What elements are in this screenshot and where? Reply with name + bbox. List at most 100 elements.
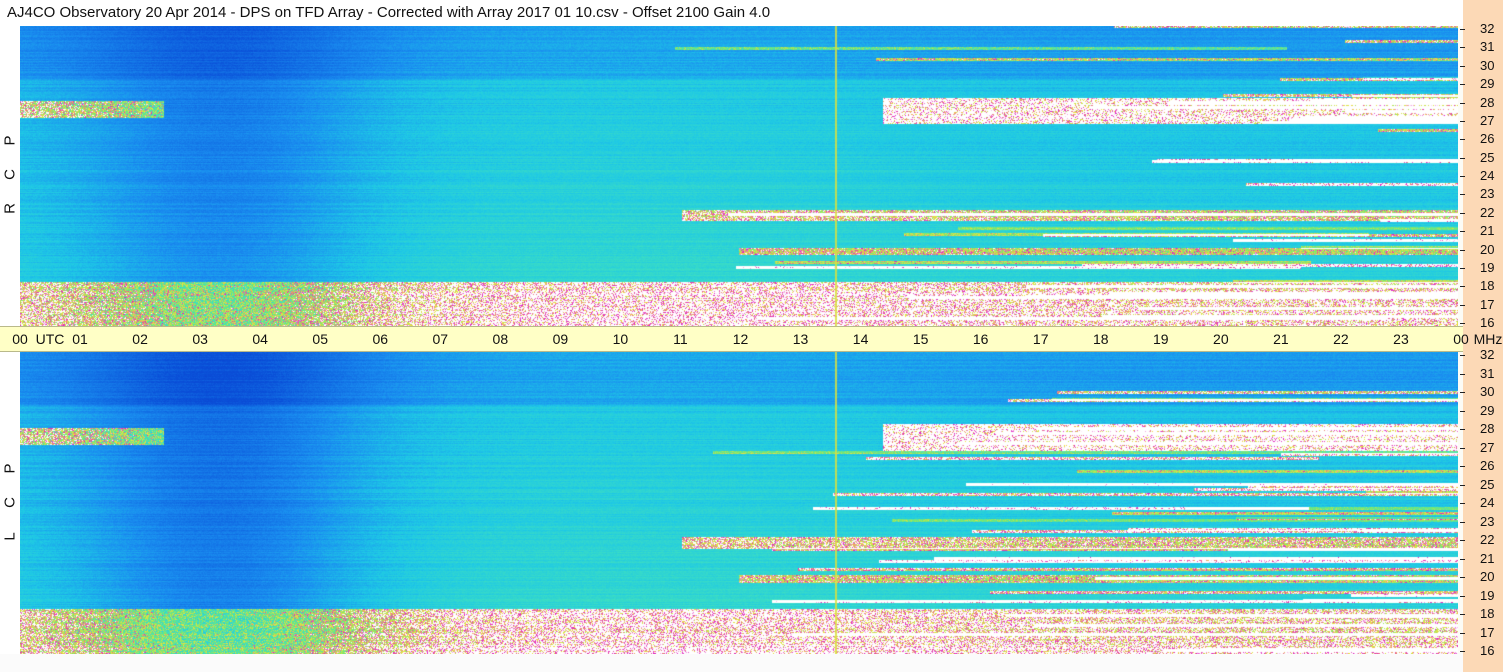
frequency-tick: [1460, 448, 1465, 449]
frequency-tick-label: 16: [1480, 315, 1495, 330]
frequency-tick: [1460, 540, 1465, 541]
frequency-tick: [1460, 250, 1465, 251]
frequency-tick: [1460, 522, 1465, 523]
frequency-tick-label: 29: [1480, 402, 1495, 418]
frequency-tick: [1460, 577, 1465, 578]
time-tick-label: 21: [1273, 331, 1289, 347]
time-tick-label: 14: [852, 331, 869, 347]
frequency-tick: [1460, 559, 1465, 560]
time-tick-label: 00: [12, 331, 28, 347]
frequency-tick: [1460, 411, 1465, 412]
polarization-letter: C: [1, 169, 19, 180]
frequency-tick-label: 17: [1480, 296, 1495, 312]
frequency-tick: [1460, 158, 1465, 159]
frequency-tick: [1460, 286, 1465, 287]
time-tick-label: 06: [372, 331, 389, 347]
time-tick-label: 02: [132, 331, 148, 347]
frequency-tick-label: 19: [1480, 259, 1495, 275]
frequency-tick: [1460, 84, 1465, 85]
time-tick-label: 10: [612, 331, 629, 347]
frequency-tick: [1460, 121, 1465, 122]
frequency-tick: [1460, 47, 1465, 48]
time-tick-label: 08: [492, 331, 509, 347]
frequency-tick-label: 29: [1480, 76, 1495, 92]
frequency-tick-label: 22: [1480, 204, 1495, 220]
frequency-tick-label: 25: [1480, 149, 1495, 165]
time-tick-label: 04: [252, 331, 268, 347]
frequency-tick-label: 27: [1480, 439, 1495, 455]
frequency-tick-label: 32: [1480, 21, 1495, 36]
frequency-tick-label: 26: [1480, 458, 1495, 473]
time-tick-label: 16: [972, 331, 989, 347]
frequency-tick: [1460, 651, 1465, 652]
polarization-letter: C: [1, 497, 19, 508]
frequency-tick: [1460, 503, 1465, 504]
bottom-strip: [0, 654, 1463, 672]
frequency-tick-label: 18: [1480, 278, 1495, 294]
time-tick-label: 23: [1393, 331, 1409, 347]
frequency-tick: [1460, 66, 1465, 67]
frequency-tick: [1460, 596, 1465, 597]
frequency-tick-label: 31: [1480, 39, 1495, 55]
spectrogram-rcp: [20, 26, 1458, 326]
frequency-tick: [1460, 466, 1465, 467]
frequency-tick: [1460, 633, 1465, 634]
frequency-tick: [1460, 374, 1465, 375]
frequency-tick-label: 28: [1480, 421, 1495, 436]
frequency-tick-label: 19: [1480, 587, 1495, 603]
polarization-letter: L: [1, 532, 19, 541]
frequency-tick-label: 22: [1480, 532, 1495, 547]
time-tick-label: 15: [912, 331, 929, 347]
spectrogram-lcp: [20, 352, 1458, 654]
frequency-tick-label: 32: [1480, 347, 1495, 362]
polarization-letter: P: [1, 135, 19, 146]
time-tick-label: 19: [1152, 331, 1169, 347]
time-tick-label: 07: [432, 331, 449, 347]
frequency-tick-label: 30: [1480, 384, 1495, 399]
frequency-tick: [1460, 323, 1465, 324]
frequency-tick: [1460, 485, 1465, 486]
time-tick-label: 12: [732, 331, 749, 347]
frequency-tick-label: 21: [1480, 223, 1495, 239]
frequency-tick: [1460, 305, 1465, 306]
frequency-tick-label: 17: [1480, 624, 1495, 640]
frequency-tick: [1460, 429, 1465, 430]
frequency-tick: [1460, 139, 1465, 140]
frequency-tick-label: 20: [1480, 241, 1495, 257]
time-tick-label: 22: [1333, 331, 1349, 347]
time-tick-label: 13: [792, 331, 809, 347]
frequency-tick-label: 21: [1480, 550, 1495, 566]
frequency-tick: [1460, 103, 1465, 104]
frequency-tick-label: 31: [1480, 365, 1495, 381]
polarization-letter: P: [1, 463, 19, 474]
time-tick-label: 05: [312, 331, 328, 347]
time-tick-label: 00: [1453, 331, 1469, 347]
frequency-tick: [1460, 213, 1465, 214]
frequency-tick-label: 30: [1480, 57, 1495, 73]
time-axis: 00 UTC 01 02 03 04 05 06 07 08 09 10 11 12 13 14 15 16 17 1…: [0, 326, 1502, 352]
frequency-tick-label: 24: [1480, 168, 1495, 183]
frequency-tick: [1460, 392, 1465, 393]
time-tick-label: 03: [192, 331, 208, 347]
time-tick-label: 18: [1092, 331, 1109, 347]
polarization-letter: R: [1, 203, 19, 214]
frequency-tick-label: 26: [1480, 131, 1495, 147]
frequency-tick: [1460, 29, 1465, 30]
frequency-tick: [1460, 268, 1465, 269]
time-tick-label: UTC: [35, 331, 65, 347]
frequency-tick-label: 27: [1480, 112, 1495, 128]
time-tick-label: 17: [1032, 331, 1049, 347]
frequency-tick-label: 25: [1480, 476, 1495, 492]
frequency-tick-label: 16: [1480, 643, 1495, 658]
frequency-tick-label: 23: [1480, 186, 1495, 202]
time-tick-label: 01: [72, 331, 88, 347]
frequency-tick: [1460, 614, 1465, 615]
time-tick-label: 20: [1213, 331, 1229, 347]
frequency-tick-label: 23: [1480, 513, 1495, 529]
frequency-tick-label: 24: [1480, 495, 1495, 510]
chart-title: AJ4CO Observatory 20 Apr 2014 - DPS on T…: [7, 4, 771, 21]
frequency-tick: [1460, 355, 1465, 356]
time-tick-label: 09: [552, 331, 569, 347]
frequency-tick-label: 18: [1480, 606, 1495, 621]
frequency-tick-label: 28: [1480, 94, 1495, 110]
